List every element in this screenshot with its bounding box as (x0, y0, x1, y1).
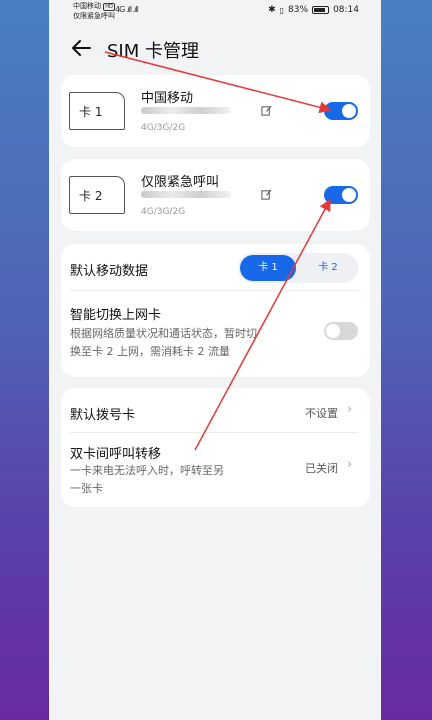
carrier-info: 中国移动 HD 仅限紧急呼叫 (73, 2, 115, 21)
clock-time: 08:14 (333, 5, 359, 15)
sim2-toggle[interactable] (324, 186, 358, 204)
chevron-right-icon: › (347, 402, 353, 417)
vibrate-icon: ▯ (279, 5, 285, 15)
sim2-network: 4G/3G/2G (141, 207, 186, 217)
edit-icon[interactable] (261, 189, 272, 200)
default-dial-row[interactable]: 默认拨号卡 不设置 › (61, 388, 370, 432)
divider (70, 290, 358, 291)
data-card1-option[interactable]: 卡 1 (240, 255, 296, 281)
bluetooth-icon: ✱ (268, 5, 276, 15)
battery-icon (312, 6, 330, 14)
sim1-card-icon: 卡 1 (69, 92, 125, 130)
sim1-number-redacted (141, 107, 231, 114)
data-card-selector: 卡 1 卡 2 (238, 253, 358, 283)
smart-switch-desc-1: 根据网络质量状况和通话状态，暂时切 (70, 327, 257, 340)
data-card2-option[interactable]: 卡 2 (300, 255, 356, 281)
sim1-toggle[interactable] (324, 102, 358, 120)
call-settings-card: 默认拨号卡 不设置 › 双卡间呼叫转移 一卡来电无法呼入时，呼转至另 一张卡 已… (61, 388, 370, 507)
sim1-network: 4G/3G/2G (141, 123, 186, 133)
default-dial-label: 默认拨号卡 (70, 408, 136, 423)
edit-icon[interactable] (261, 105, 272, 116)
page-title: SIM 卡管理 (107, 41, 199, 62)
chevron-right-icon: › (347, 457, 353, 472)
sim1-label: 卡 1 (79, 105, 103, 119)
call-forward-value: 已关闭 (305, 462, 338, 475)
phone-screen: 中国移动 HD 仅限紧急呼叫 4G .ıll .ıll ✱ ▯ 83% 08:1… (49, 0, 381, 720)
sim2-card-icon: 卡 2 (69, 176, 125, 214)
carrier-line1: 中国移动 (73, 2, 101, 10)
battery-percent: 83% (288, 5, 309, 15)
data-settings-card: 默认移动数据 卡 1 卡 2 智能切换上网卡 根据网络质量状况和通话状态，暂时切… (61, 244, 370, 377)
default-data-label: 默认移动数据 (70, 264, 149, 279)
status-bar: 中国移动 HD 仅限紧急呼叫 4G .ıll .ıll ✱ ▯ 83% 08:1… (49, 0, 381, 24)
sim2-carrier: 仅限紧急呼叫 (141, 175, 220, 190)
call-forward-label: 双卡间呼叫转移 (70, 447, 162, 462)
call-forward-row[interactable]: 双卡间呼叫转移 一卡来电无法呼入时，呼转至另 一张卡 已关闭 › (61, 433, 370, 505)
sim1-card: 卡 1 中国移动 4G/3G/2G (61, 75, 370, 147)
sim1-carrier: 中国移动 (141, 91, 194, 106)
sim2-number-redacted (141, 191, 231, 198)
default-dial-value: 不设置 (305, 407, 338, 420)
call-forward-desc-2: 一张卡 (70, 482, 103, 495)
back-arrow-icon[interactable] (69, 36, 93, 60)
signal-icon: 4G .ıll .ıll (115, 5, 139, 14)
status-right: ✱ ▯ 83% 08:14 (268, 5, 359, 15)
hd-badge: HD (103, 3, 115, 11)
smart-switch-toggle[interactable] (324, 322, 358, 340)
sim2-label: 卡 2 (79, 189, 103, 203)
smart-switch-desc-2: 换至卡 2 上网，需消耗卡 2 流量 (70, 345, 230, 358)
sim2-card: 卡 2 仅限紧急呼叫 4G/3G/2G (61, 159, 370, 231)
call-forward-desc-1: 一卡来电无法呼入时，呼转至另 (70, 464, 224, 477)
carrier-line2: 仅限紧急呼叫 (73, 12, 115, 20)
smart-switch-label: 智能切换上网卡 (70, 308, 162, 323)
